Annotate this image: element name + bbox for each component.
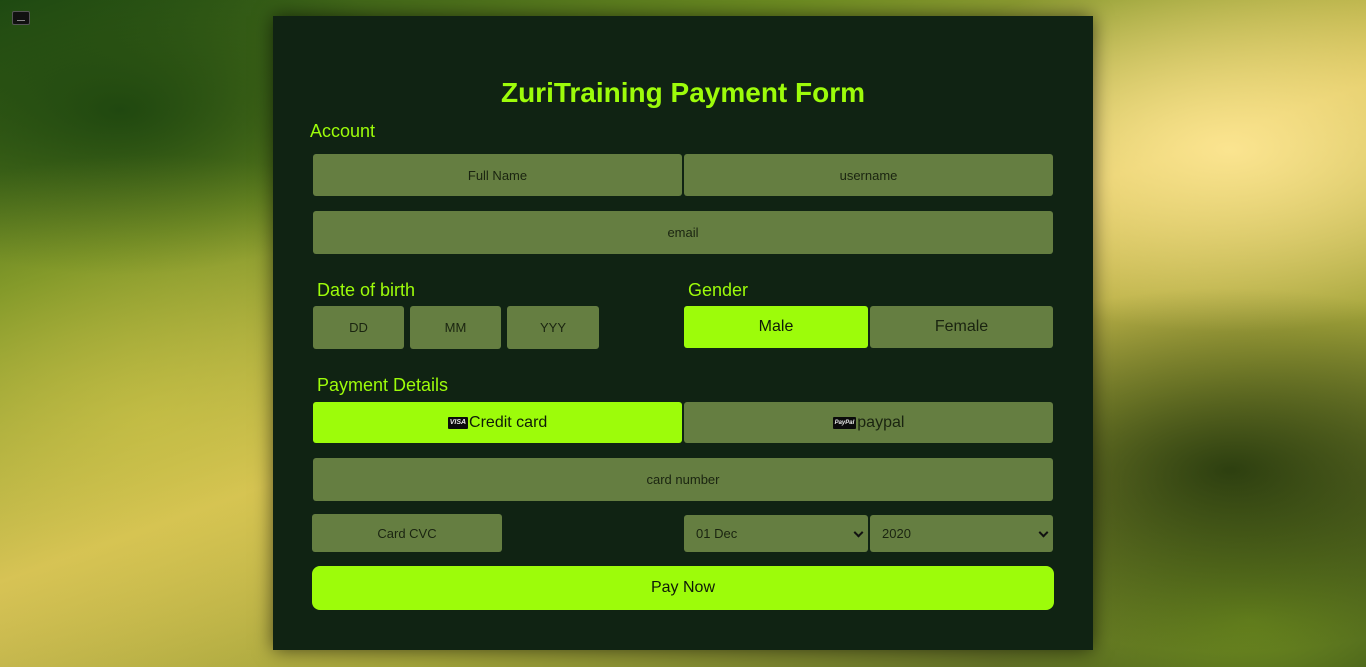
- dob-year-input[interactable]: [507, 306, 599, 349]
- gender-male-option[interactable]: Male: [684, 306, 868, 348]
- pay-now-label: Pay Now: [650, 579, 716, 596]
- dob-month-input[interactable]: [410, 306, 501, 349]
- paypal-card-icon: PayPal: [832, 416, 857, 429]
- chevron-down-icon: [853, 527, 864, 538]
- gender-female-option[interactable]: Female: [870, 306, 1053, 348]
- credit-card-option[interactable]: VISA Credit card: [313, 402, 682, 443]
- window-icon[interactable]: [12, 11, 30, 25]
- full-name-input[interactable]: [313, 154, 682, 196]
- expiry-month-select[interactable]: 01 Dec: [684, 515, 868, 552]
- credit-card-label: Credit card: [469, 413, 548, 431]
- gender-female-label: Female: [934, 318, 989, 335]
- payment-details-label: Payment Details: [317, 375, 449, 395]
- gender-male-label: Male: [758, 318, 794, 335]
- account-label: Account: [310, 121, 376, 141]
- card-cvc-input[interactable]: [312, 514, 502, 552]
- email-input[interactable]: [313, 211, 1053, 254]
- gender-label: Gender: [688, 280, 749, 300]
- expiry-year-value: 2020: [882, 526, 911, 541]
- chevron-down-icon: [1038, 527, 1049, 538]
- payment-form: ZuriTraining Payment Form Account Date o…: [273, 16, 1093, 650]
- card-number-input[interactable]: [313, 458, 1053, 501]
- expiry-month-value: 01 Dec: [696, 526, 738, 541]
- paypal-label: paypal: [857, 413, 905, 431]
- visa-card-icon: VISA: [447, 416, 469, 429]
- dob-label: Date of birth: [317, 280, 416, 300]
- pay-now-button[interactable]: Pay Now: [312, 566, 1054, 610]
- form-title: ZuriTraining Payment Form: [500, 77, 866, 108]
- dob-day-input[interactable]: [313, 306, 404, 349]
- expiry-year-select[interactable]: 2020: [870, 515, 1053, 552]
- username-input[interactable]: [684, 154, 1053, 196]
- paypal-option[interactable]: PayPal paypal: [684, 402, 1053, 443]
